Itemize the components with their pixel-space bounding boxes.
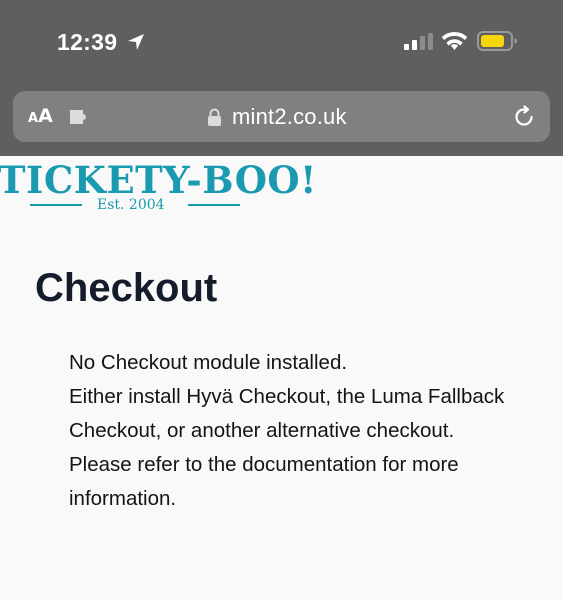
text-size-button[interactable]: AA: [28, 105, 53, 127]
logo-tagline: Est. 2004: [97, 197, 165, 213]
lock-icon: [208, 108, 221, 126]
message-line: No Checkout module installed.: [69, 351, 348, 374]
cellular-signal-icon: [404, 33, 433, 50]
logo-rule-right: [188, 204, 240, 206]
page-title: Checkout: [35, 266, 218, 310]
url-text: mint2.co.uk: [232, 103, 347, 129]
status-time: 12:39: [57, 29, 118, 55]
status-bar: 12:39: [0, 0, 563, 82]
battery-icon: [477, 31, 517, 51]
logo-text: TICKETY-BOO!: [0, 158, 317, 202]
address-bar[interactable]: AA mint2.co.uk: [13, 91, 550, 142]
browser-chrome: 12:39 AA mint2.co.uk: [0, 0, 563, 156]
url-display[interactable]: mint2.co.uk: [207, 91, 347, 142]
checkout-message: No Checkout module installed. Either ins…: [69, 346, 529, 516]
logo-rule-left: [30, 204, 82, 206]
message-line: Either install Hyvä Checkout, the Luma F…: [69, 385, 505, 442]
location-arrow-icon: [128, 34, 144, 50]
wifi-icon: [441, 31, 468, 50]
site-logo[interactable]: TICKETY-BOO! Est. 2004: [0, 150, 316, 220]
extension-puzzle-icon[interactable]: [68, 108, 94, 126]
reload-icon[interactable]: [512, 105, 536, 129]
message-line: Please refer to the documentation for mo…: [69, 453, 459, 510]
